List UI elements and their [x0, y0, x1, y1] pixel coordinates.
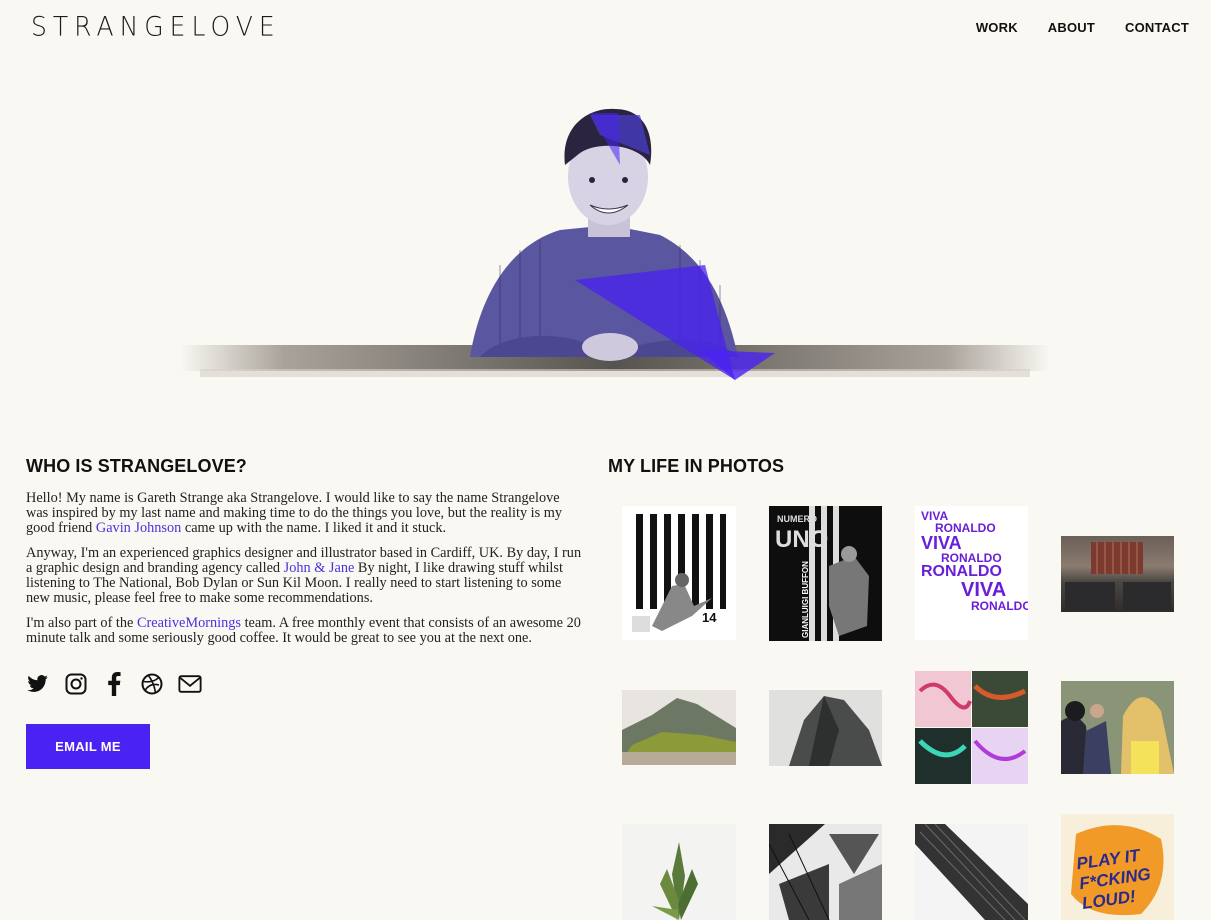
poster-line: VIVA [921, 533, 962, 553]
photo-plant[interactable] [622, 824, 736, 920]
poster-top-text: NUMERO [777, 514, 817, 524]
twitter-icon[interactable] [26, 672, 50, 696]
poster-big-text: UNO [775, 526, 829, 553]
photo-play-it-loud-poster[interactable]: PLAY IT F*CKING LOUD! [1061, 814, 1174, 920]
about-paragraph-3: I'm also part of the CreativeMornings te… [26, 615, 581, 646]
hero-portrait [0, 95, 1211, 415]
about-section: WHO IS STRANGELOVE? Hello! My name is Ga… [26, 456, 584, 769]
poster-number: 14 [702, 610, 717, 625]
dribbble-icon[interactable] [140, 672, 164, 696]
john-and-jane-link[interactable]: John & Jane [284, 560, 355, 576]
poster-player-name: GIANLUIGI BUFFON [801, 561, 810, 638]
about-paragraph-2: Anyway, I'm an experienced graphics desi… [26, 545, 582, 606]
site-logo[interactable]: STRANGELOVE [31, 11, 281, 41]
email-me-button[interactable]: EMAIL ME [26, 724, 150, 769]
poster-line: RONALDO [971, 599, 1028, 613]
nav-contact[interactable]: CONTACT [1125, 20, 1189, 35]
photo-people-event[interactable] [1061, 681, 1174, 774]
photo-ronaldo-poster[interactable]: VIVA RONALDO VIVA RONALDO RONALDO VIVA R… [915, 506, 1028, 640]
photos-heading: MY LIFE IN PHOTOS [608, 456, 785, 476]
nav-about[interactable]: ABOUT [1048, 20, 1095, 35]
photo-marbled-art[interactable] [915, 671, 1028, 784]
photo-cliff[interactable] [769, 690, 882, 766]
about-paragraph-1: Hello! My name is Gareth Strange aka Str… [26, 490, 563, 536]
creativemornings-link[interactable]: CreativeMornings [137, 615, 241, 631]
main-nav: WORK ABOUT CONTACT [946, 20, 1189, 35]
photo-buffon-poster[interactable]: NUMERO UNO GIANLUIGI BUFFON [769, 506, 882, 641]
facebook-icon[interactable] [102, 672, 126, 696]
photo-skyscraper[interactable] [915, 824, 1028, 920]
nav-work[interactable]: WORK [976, 20, 1018, 35]
mail-icon[interactable] [178, 672, 202, 696]
poster-line: RONALDO [921, 563, 1002, 580]
about-heading: WHO IS STRANGELOVE? [26, 456, 247, 476]
photo-architecture[interactable] [769, 824, 882, 920]
instagram-icon[interactable] [64, 672, 88, 696]
photo-brick-wall[interactable] [1061, 536, 1174, 612]
social-links [26, 672, 584, 696]
photo-hill-landscape[interactable] [622, 690, 736, 765]
photo-juventus-poster[interactable]: 14 [622, 506, 736, 640]
poster-line: VIVA [961, 579, 1007, 601]
gavin-johnson-link[interactable]: Gavin Johnson [96, 520, 181, 536]
photos-section: MY LIFE IN PHOTOS [608, 456, 1198, 491]
